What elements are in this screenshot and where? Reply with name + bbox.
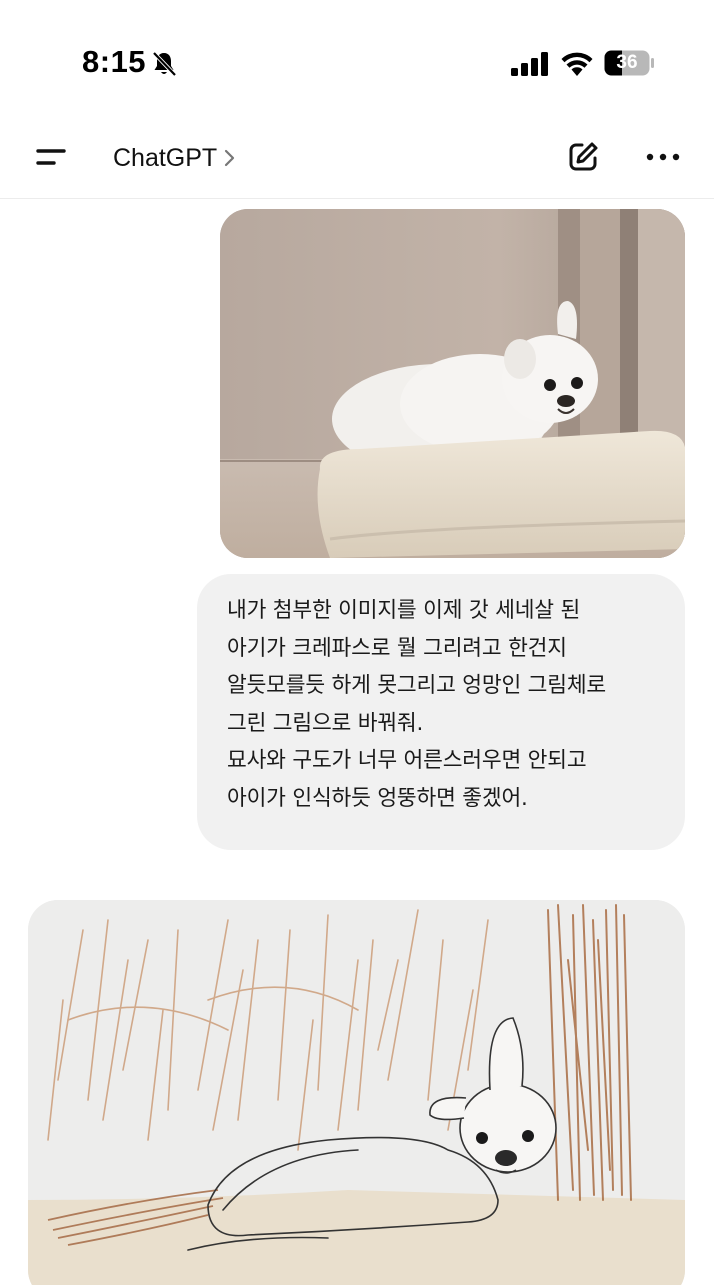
cellular-signal-icon	[511, 52, 548, 76]
message-line: 아이가 인식하듯 엉뚱하면 좋겠어.	[227, 785, 528, 811]
dog-photo-image	[220, 209, 685, 558]
model-selector[interactable]: ChatGPT	[113, 140, 237, 176]
more-options-icon[interactable]	[645, 148, 681, 166]
chevron-right-icon	[225, 149, 235, 167]
battery-level: 36	[616, 52, 638, 73]
message-line: 알듯모를듯 하게 못그리고 엉망인 그림체로	[227, 673, 606, 698]
message-line: 아기가 크레파스로 뭘 그리려고 한건지	[227, 635, 567, 661]
status-bar: 8:15 36	[0, 0, 714, 110]
status-time: 8:15	[82, 44, 147, 79]
generated-image-crayon-drawing[interactable]	[28, 900, 685, 1285]
crayon-drawing-image	[28, 900, 685, 1285]
page-title: ChatGPT	[113, 143, 218, 172]
menu-icon[interactable]	[34, 142, 68, 172]
wifi-icon	[561, 52, 593, 76]
chat-screen: 8:15 36 ChatGPT 내가 첨부한 이미지를 이제 갓 세네살 된 아…	[0, 0, 714, 1285]
chat-header: ChatGPT	[0, 118, 714, 199]
message-line: 내가 첨부한 이미지를 이제 갓 세네살 된	[227, 598, 581, 623]
bell-slash-icon	[152, 51, 177, 77]
message-line: 그린 그림으로 바꿔줘.	[227, 710, 424, 736]
attached-photo-dog[interactable]	[220, 209, 685, 558]
user-message-bubble[interactable]: 내가 첨부한 이미지를 이제 갓 세네살 된 아기가 크레파스로 뭘 그리려고 …	[197, 574, 685, 850]
message-line: 묘사와 구도가 너무 어른스러우면 안되고	[227, 748, 587, 773]
new-chat-edit-icon[interactable]	[566, 140, 600, 174]
